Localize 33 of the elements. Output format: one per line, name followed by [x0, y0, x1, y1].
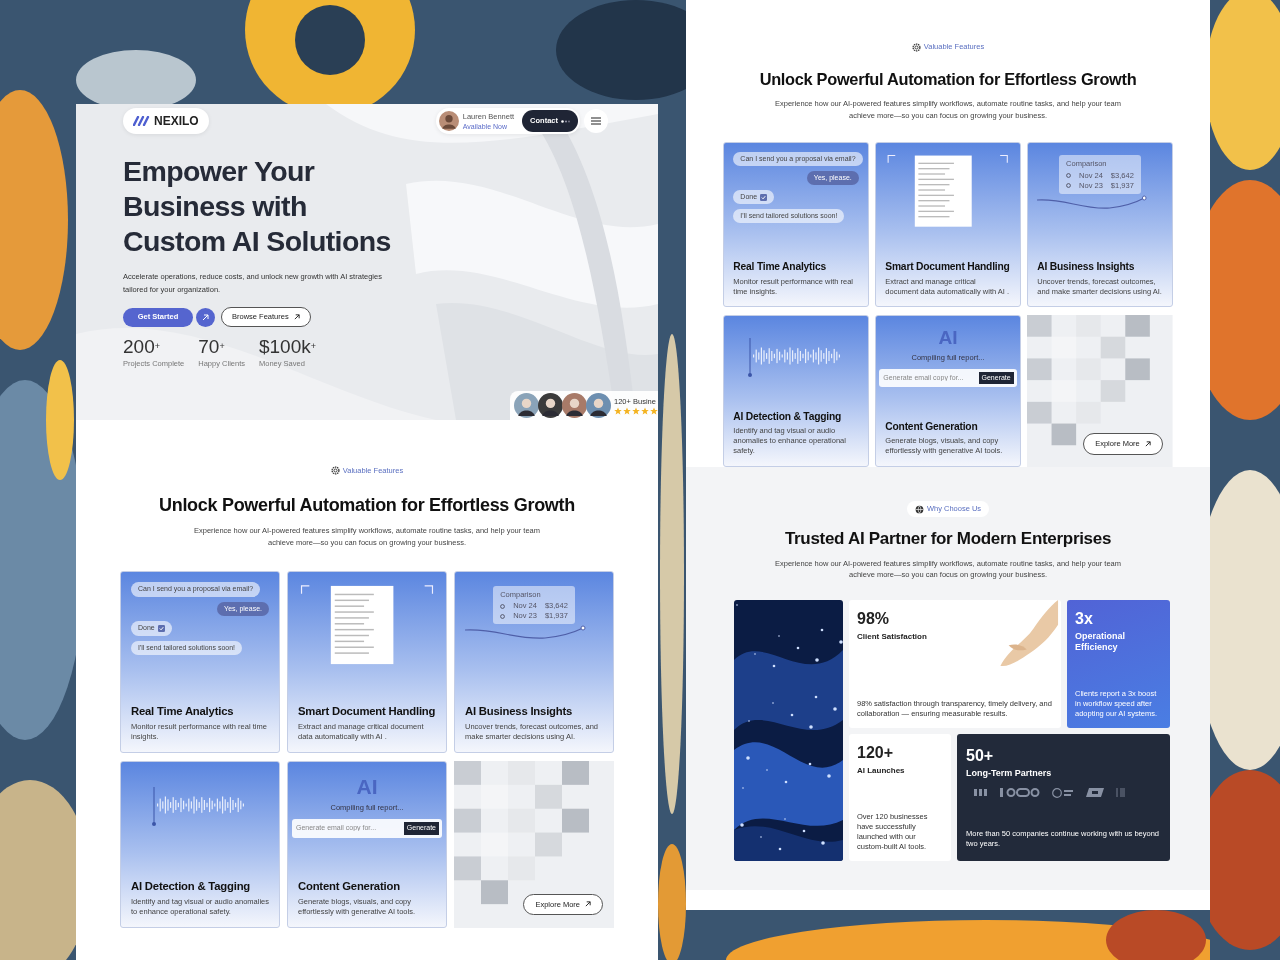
- partner-logo-icon: [1086, 788, 1104, 798]
- arrow-icon: [1144, 441, 1151, 448]
- partner-logo-icon: [1052, 787, 1074, 798]
- section-heading: Trusted AI Partner for Modern Enterprises: [783, 527, 1113, 549]
- card-title: Real Time Analytics: [733, 261, 827, 274]
- stat-label: Operational Efficiency: [1075, 630, 1126, 653]
- card-title: AI Detection & Tagging: [733, 410, 843, 423]
- stat-value: 120+: [857, 742, 895, 762]
- stat-label: Long-Term Partners: [966, 767, 1053, 779]
- card-title: Content Generation: [298, 880, 401, 893]
- card-title: Real Time Analytics: [131, 705, 235, 718]
- check-icon: [157, 624, 165, 632]
- card-title: Smart Document Handling: [885, 261, 1011, 274]
- gear-icon: [911, 42, 921, 52]
- gear-icon: [330, 466, 340, 475]
- card-title: AI Business Insights: [1037, 261, 1136, 274]
- stat-value: 50+: [966, 745, 995, 765]
- partner-logo-icon: [1000, 788, 1040, 798]
- stat-label: Client Satisfaction: [857, 630, 928, 642]
- arrow-icon: [585, 901, 591, 908]
- section-heading: Unlock Powerful Automation for Effortless Growth: [758, 69, 1138, 90]
- check-icon: [760, 193, 768, 201]
- stat-label: AI Launches: [857, 764, 906, 776]
- partner-logo-icon: [974, 788, 988, 798]
- globe-icon: [914, 504, 924, 514]
- stat-value: 98%: [857, 608, 891, 628]
- stat-value: 3x: [1075, 608, 1094, 628]
- card-title: Content Generation: [885, 420, 979, 433]
- section-heading: Unlock Powerful Automation for Effortless Growth: [158, 494, 576, 516]
- card-title: AI Detection & Tagging: [131, 880, 252, 893]
- card-title: Smart Document Handling: [298, 705, 436, 718]
- card-title: AI Business Insights: [465, 705, 574, 718]
- partner-logo-icon: [1116, 788, 1126, 798]
